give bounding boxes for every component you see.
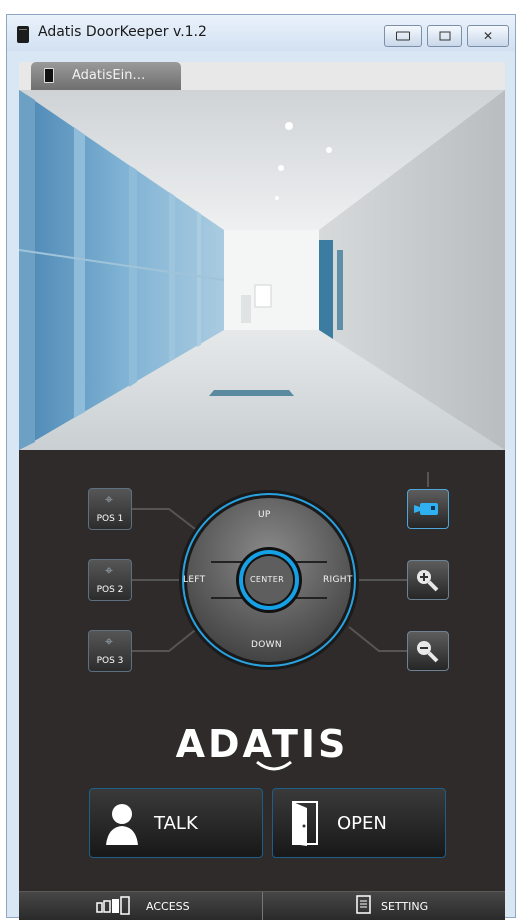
close-icon: ✕ xyxy=(482,29,494,43)
dpad-right-button[interactable]: RIGHT xyxy=(323,575,353,585)
camera-switch-button[interactable] xyxy=(407,489,449,529)
zoom-in-icon xyxy=(417,570,439,592)
dpad-up-button[interactable]: UP xyxy=(258,510,271,520)
tab-camera[interactable]: AdatisEin… xyxy=(31,62,181,90)
app-client-area: AdatisEin… ⌖ POS 1 ⌖ POS 2 ⌖ POS 3 UP DO… xyxy=(19,62,505,920)
setting-tab[interactable]: SETTING xyxy=(263,892,506,920)
setting-label: SETTING xyxy=(381,900,429,913)
zoom-out-button[interactable] xyxy=(407,631,449,671)
zoom-out-icon xyxy=(417,641,439,663)
logo-smile xyxy=(256,760,292,771)
camera-video-feed xyxy=(19,90,505,450)
preset-label: POS 2 xyxy=(96,585,124,595)
open-door-button[interactable]: OPEN xyxy=(272,788,446,858)
tab-label: AdatisEin… xyxy=(72,68,146,83)
close-button[interactable]: ✕ xyxy=(467,25,509,47)
dpad-down-button[interactable]: DOWN xyxy=(251,640,282,650)
access-doors-icon xyxy=(96,896,130,915)
dpad-left-button[interactable]: LEFT xyxy=(183,575,205,585)
person-talk-icon xyxy=(106,804,138,845)
video-camera-icon xyxy=(414,503,438,515)
dpad-center-button[interactable]: CENTER xyxy=(250,575,284,584)
preset-pos1-button[interactable]: ⌖ POS 1 xyxy=(88,488,132,530)
preset-pos3-button[interactable]: ⌖ POS 3 xyxy=(88,630,132,672)
access-tab[interactable]: ACCESS xyxy=(19,892,262,920)
bottom-nav-bar: ACCESS SETTING xyxy=(19,891,505,920)
zoom-in-button[interactable] xyxy=(407,560,449,600)
crosshair-icon: ⌖ xyxy=(105,563,113,579)
settings-document-icon xyxy=(356,895,371,914)
app-window: Adatis DoorKeeper v.1.2 ✕ AdatisEin… ⌖ P… xyxy=(6,14,516,920)
talk-button[interactable]: TALK xyxy=(89,788,263,858)
door-icon xyxy=(292,801,318,846)
crosshair-icon: ⌖ xyxy=(105,492,113,508)
minimize-icon xyxy=(396,31,410,41)
maximize-button[interactable] xyxy=(427,25,462,47)
corridor-scene xyxy=(19,90,505,450)
preset-label: POS 3 xyxy=(96,656,124,666)
phone-icon xyxy=(44,68,54,83)
access-label: ACCESS xyxy=(146,900,190,913)
maximize-icon xyxy=(439,31,450,41)
crosshair-icon: ⌖ xyxy=(105,634,113,650)
preset-label: POS 1 xyxy=(96,514,124,524)
open-label: OPEN xyxy=(337,813,387,834)
window-title: Adatis DoorKeeper v.1.2 xyxy=(38,24,207,40)
talk-label: TALK xyxy=(154,813,198,834)
app-phone-icon xyxy=(17,26,29,43)
preset-pos2-button[interactable]: ⌖ POS 2 xyxy=(88,559,132,601)
title-bar: Adatis DoorKeeper v.1.2 ✕ xyxy=(7,15,515,51)
tab-bar: AdatisEin… xyxy=(19,62,505,90)
minimize-button[interactable] xyxy=(384,25,422,47)
